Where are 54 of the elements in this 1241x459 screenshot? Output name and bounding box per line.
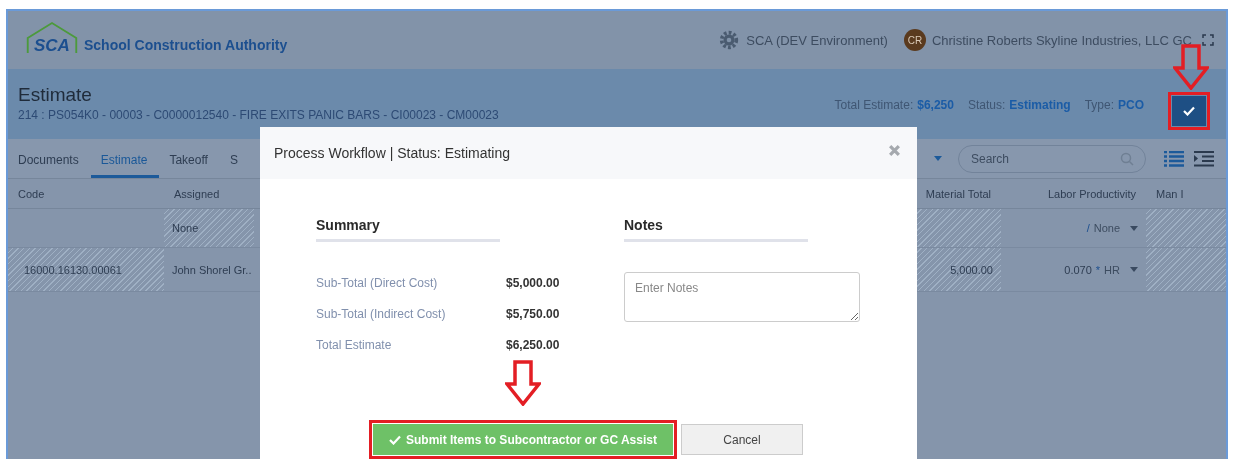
user-avatar[interactable]: CR (903, 29, 926, 51)
column-header: Labor Productivity (1001, 179, 1146, 209)
operator-label: / (1086, 222, 1090, 234)
app-name: School Construction Authority (84, 37, 288, 53)
section-heading: Notes (624, 217, 808, 242)
summary-label: Type: (1084, 98, 1114, 112)
unit-dropdown[interactable]: None (1093, 222, 1120, 234)
operator-label: * (1095, 263, 1101, 276)
fullscreen-icon[interactable] (1202, 34, 1214, 46)
tab[interactable]: Takeoff (159, 139, 220, 178)
summary-label: Sub-Total (Direct Cost) (316, 276, 439, 290)
logo-text: SCA (34, 36, 70, 56)
annotation-arrow (1173, 44, 1209, 90)
list-view-icon[interactable] (1164, 150, 1184, 167)
submit-button[interactable]: Submit Items to Subcontractor or GC Assist (373, 424, 673, 455)
check-icon (389, 434, 402, 445)
cell-text: 16000.16130.00061 (24, 263, 122, 276)
dialog-title: Process Workflow | Status: Estimating (274, 145, 510, 161)
page-title: Estimate (18, 84, 93, 106)
summary-value: $5,000.00 (506, 276, 560, 290)
summary-value: $6,250.00 (506, 338, 560, 352)
caret-icon[interactable] (1130, 267, 1138, 272)
settings-icon[interactable] (718, 29, 741, 51)
summary-value: $6,250 (917, 98, 954, 112)
page-subtitle: 214 : PS054K0 - 00003 - C0000012540 - FIRE EXITS PANIC BARS - CI00023 - CM00023 (18, 108, 499, 122)
section-heading: Summary (316, 217, 500, 242)
tab[interactable]: Estimate (90, 139, 160, 178)
notes-field[interactable]: Enter Notes (624, 272, 860, 322)
annotation-arrow (505, 360, 541, 406)
column-header: Code (8, 179, 164, 209)
cell-text: 5,000.00 (950, 263, 993, 276)
search-field[interactable]: Search (958, 144, 1146, 173)
summary-label: Total Estimate: (834, 98, 914, 112)
tab[interactable]: Documents (8, 139, 91, 178)
check-icon (1183, 106, 1195, 116)
unit-dropdown[interactable]: HR (1104, 263, 1120, 276)
caret-icon[interactable] (934, 156, 942, 161)
summary-label: Sub-Total (Indirect Cost) (316, 307, 447, 321)
search-icon (1120, 151, 1134, 166)
cell-text: None (172, 222, 199, 234)
caret-icon[interactable] (1130, 225, 1138, 231)
cell-value: 0.070 (1064, 263, 1092, 276)
summary-label: Total Estimate (316, 338, 393, 352)
summary-value: PCO (1118, 98, 1144, 112)
close-icon[interactable] (888, 143, 901, 157)
user-name[interactable]: Christine Roberts Skyline Industries, LLC GC (931, 32, 1192, 48)
summary-label: Status: (967, 98, 1006, 112)
summary-value: $5,750.00 (506, 307, 560, 321)
indent-view-icon[interactable] (1194, 150, 1214, 167)
cell-text: John Shorel Gr.. (172, 263, 252, 276)
cancel-button[interactable]: Cancel (681, 424, 803, 455)
tab[interactable]: S (219, 139, 250, 178)
summary-value: Estimating (1009, 98, 1071, 112)
environment-label: SCA (DEV Environment) (746, 32, 888, 48)
